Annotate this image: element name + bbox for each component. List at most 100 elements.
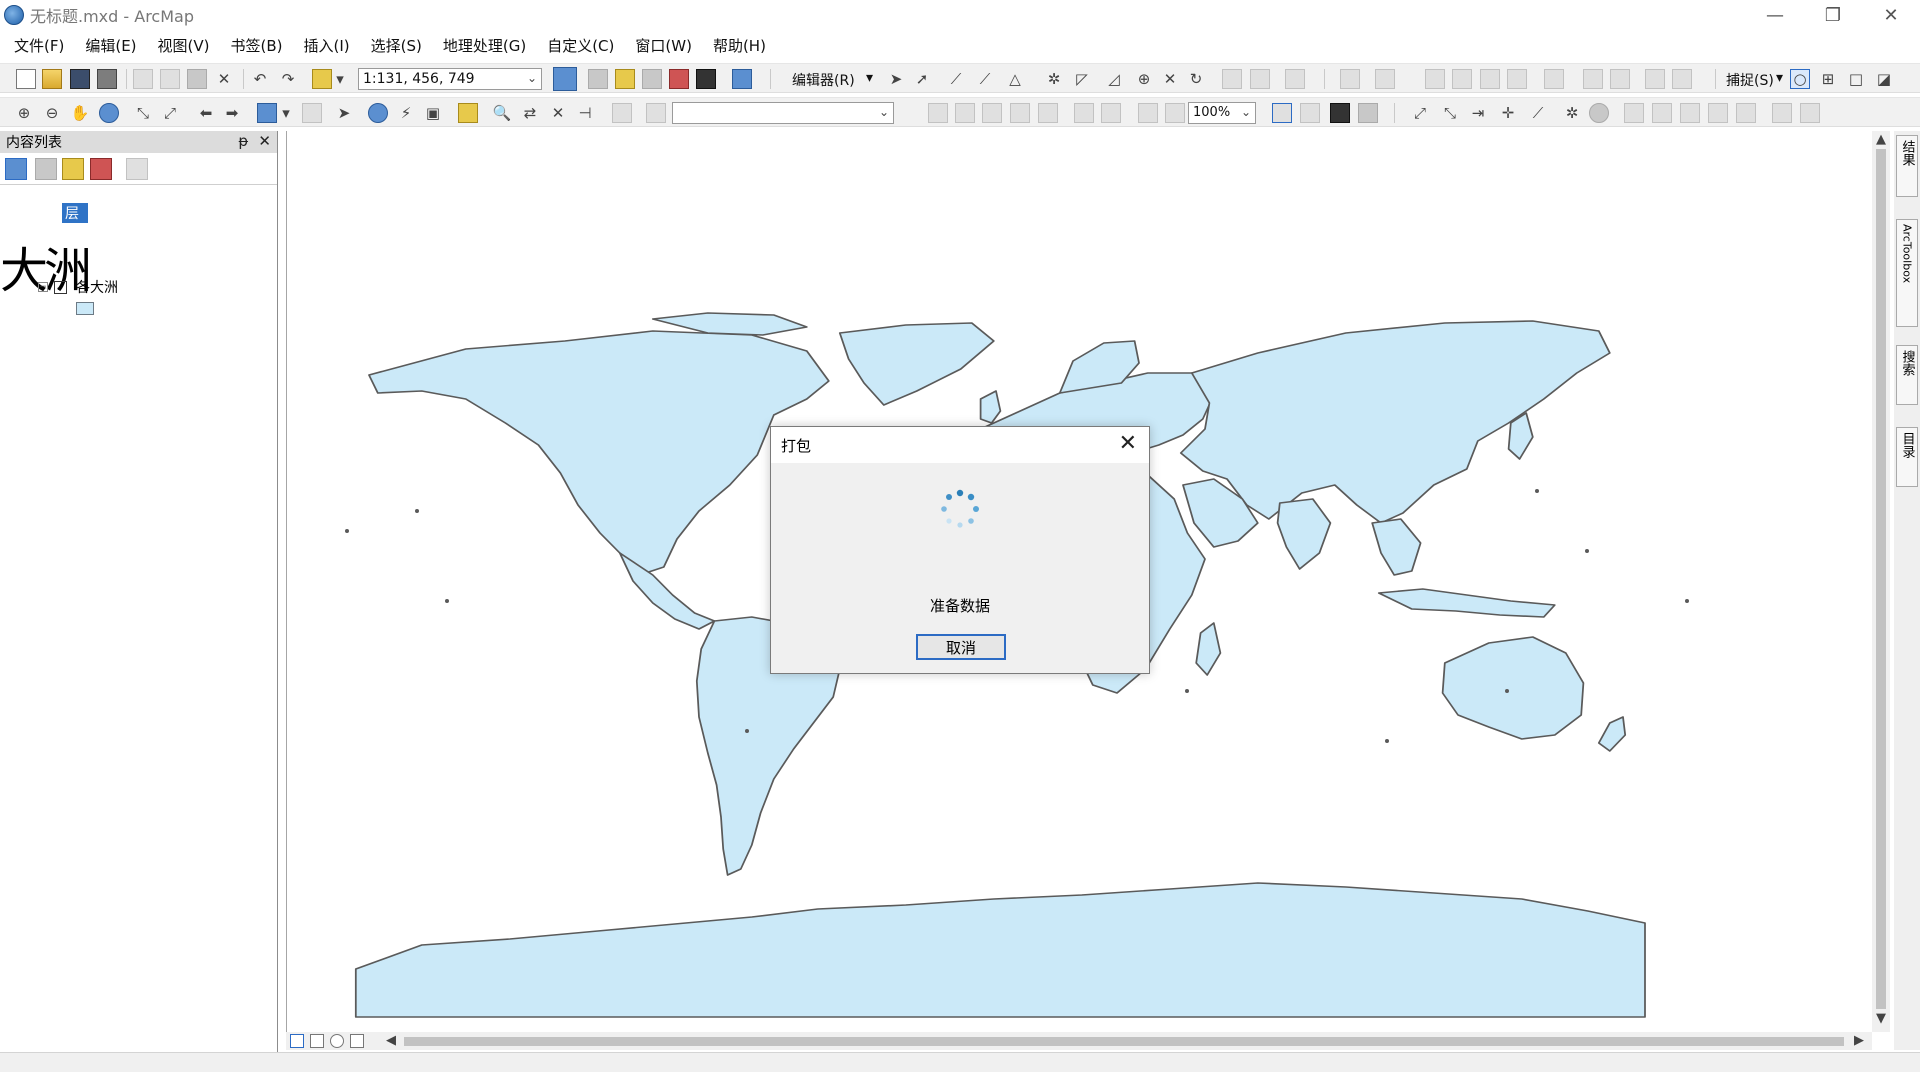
snapping-menu[interactable]: 捕捉(S) (1726, 70, 1774, 90)
delete-icon[interactable]: ✕ (214, 69, 234, 89)
tool-e-icon[interactable] (1544, 69, 1564, 89)
layout-combo[interactable]: ⌄ (672, 102, 894, 124)
undo-icon[interactable]: ↶ (250, 69, 270, 89)
straight-segment-icon[interactable]: ⟋ (946, 69, 966, 89)
redo-icon[interactable]: ↷ (278, 69, 298, 89)
create-viewer-icon[interactable] (612, 103, 632, 123)
vertical-scrollbar[interactable]: ▲ ▼ (1872, 131, 1890, 1032)
georef-tool-g-icon[interactable] (1589, 103, 1609, 123)
layout-view-icon[interactable] (310, 1034, 324, 1048)
edit-vertices-icon[interactable]: ◸ (1072, 69, 1092, 89)
list-by-selection-icon[interactable] (90, 158, 112, 180)
list-by-visibility-icon[interactable] (62, 158, 84, 180)
paste-icon[interactable] (187, 69, 207, 89)
toc-options-icon[interactable] (126, 158, 148, 180)
catalog-icon[interactable] (615, 69, 635, 89)
point-icon[interactable]: △ (1005, 69, 1025, 89)
tool-b-icon[interactable] (1452, 69, 1472, 89)
menu-customize[interactable]: 自定义(C) (533, 35, 621, 56)
list-by-source-icon[interactable] (35, 158, 57, 180)
menu-edit[interactable]: 编辑(E) (71, 35, 143, 56)
layout-focus-icon[interactable] (646, 103, 666, 123)
tool-f-icon[interactable] (1583, 69, 1603, 89)
tool-g-icon[interactable] (1610, 69, 1630, 89)
fixed-zoom-in-icon[interactable]: ⤡ (133, 103, 153, 123)
restore-button[interactable]: ❐ (1804, 0, 1862, 30)
split-icon[interactable]: ✕ (1160, 69, 1180, 89)
sketch-properties-icon[interactable] (1250, 69, 1270, 89)
menu-insert[interactable]: 插入(I) (290, 35, 357, 56)
tool-c-icon[interactable] (1480, 69, 1500, 89)
cut-polygon-icon[interactable]: ⊕ (1134, 69, 1154, 89)
scroll-right-icon[interactable]: ▶ (1854, 1033, 1864, 1048)
scroll-down-icon[interactable]: ▼ (1876, 1011, 1886, 1026)
trace-icon[interactable]: ⟋ (975, 69, 995, 89)
editor-menu[interactable]: 编辑器(R) (792, 70, 855, 90)
create-features-icon[interactable] (1285, 69, 1305, 89)
midpoint-icon[interactable]: ✲ (1044, 69, 1064, 89)
layer-visibility-checkbox[interactable]: ✓ (54, 280, 67, 294)
zoom-whole-page-icon[interactable] (1010, 103, 1030, 123)
focus-data-frame-icon[interactable] (1300, 103, 1320, 123)
measure-icon[interactable] (458, 103, 478, 123)
scroll-up-icon[interactable]: ▲ (1876, 132, 1886, 147)
vertex-snapping-icon[interactable]: □ (1846, 69, 1866, 89)
copy-icon[interactable] (160, 69, 180, 89)
menu-view[interactable]: 视图(V) (144, 35, 217, 56)
change-layout-icon[interactable] (1330, 103, 1350, 123)
georef-tool-f-icon[interactable]: ✲ (1562, 103, 1582, 123)
tool-a-icon[interactable] (1425, 69, 1445, 89)
collapse-icon[interactable]: − (38, 282, 48, 292)
georef-tool-k-icon[interactable] (1708, 103, 1728, 123)
georef-tool-l-icon[interactable] (1736, 103, 1756, 123)
list-by-drawing-order-icon[interactable] (5, 158, 27, 180)
zoom-out-icon[interactable]: ⊖ (42, 103, 62, 123)
layout-back-icon[interactable] (1138, 103, 1158, 123)
end-snapping-icon[interactable]: ⊞ (1818, 69, 1838, 89)
find-icon[interactable]: 🔍 (492, 103, 512, 123)
edge-snapping-icon[interactable]: ◪ (1874, 69, 1894, 89)
pan-icon[interactable]: ✋ (70, 103, 90, 123)
close-window-button[interactable]: ✕ (1862, 0, 1920, 30)
print-icon[interactable] (97, 69, 117, 89)
search-window-icon[interactable] (642, 69, 662, 89)
reshape-icon[interactable]: ◿ (1104, 69, 1124, 89)
select-elements-icon[interactable]: ➤ (334, 103, 354, 123)
python-window-icon[interactable] (696, 69, 716, 89)
cut-icon[interactable] (133, 69, 153, 89)
go-to-xy-icon[interactable]: ✕ (548, 103, 568, 123)
close-icon[interactable]: ✕ (258, 132, 271, 150)
layer-symbol-swatch[interactable] (76, 302, 94, 315)
find-route-icon[interactable]: ⇄ (520, 103, 540, 123)
layout-zoom-in-icon[interactable] (928, 103, 948, 123)
cancel-button[interactable]: 取消 (916, 634, 1006, 660)
menu-windows[interactable]: 窗口(W) (621, 35, 699, 56)
arctoolbox-icon[interactable] (669, 69, 689, 89)
add-data-dropdown-icon[interactable]: ▾ (334, 69, 346, 89)
arctoolbox-tab[interactable]: ArcToolbox (1896, 219, 1918, 327)
zoom-in-icon[interactable]: ⊕ (14, 103, 34, 123)
menu-file[interactable]: 文件(F) (0, 35, 71, 56)
georef-tool-j-icon[interactable] (1680, 103, 1700, 123)
search-tab[interactable]: 搜索 (1896, 345, 1918, 405)
layers-node[interactable]: 层 (62, 203, 88, 223)
layout-fixed-in-icon[interactable] (1074, 103, 1094, 123)
georef-tool-n-icon[interactable] (1800, 103, 1820, 123)
dialog-close-button[interactable]: ✕ (1119, 431, 1137, 456)
add-data-icon[interactable] (312, 69, 332, 89)
back-extent-icon[interactable]: ⬅ (196, 103, 216, 123)
snapping-dropdown-icon[interactable]: ▾ (1776, 70, 1783, 86)
edit-annotation-icon[interactable]: ➚ (912, 69, 932, 89)
layer-name[interactable]: 各大洲 (76, 277, 118, 297)
georef-tool-a-icon[interactable]: ⤢ (1410, 103, 1430, 123)
georef-tool-c-icon[interactable]: ⇥ (1468, 103, 1488, 123)
tool-h-icon[interactable] (1645, 69, 1665, 89)
horizontal-scrollbar[interactable]: ◀ ▶ (286, 1032, 1872, 1050)
georef-tool-i-icon[interactable] (1652, 103, 1672, 123)
map-scale-combo[interactable]: 1:131, 456, 749 ⌄ (358, 68, 542, 90)
georef-tool-b-icon[interactable]: ⤡ (1440, 103, 1460, 123)
fixed-zoom-out-icon[interactable]: ⤢ (160, 103, 180, 123)
clear-selection-icon[interactable] (302, 103, 322, 123)
menu-help[interactable]: 帮助(H) (699, 35, 773, 56)
menu-bookmarks[interactable]: 书签(B) (217, 35, 290, 56)
